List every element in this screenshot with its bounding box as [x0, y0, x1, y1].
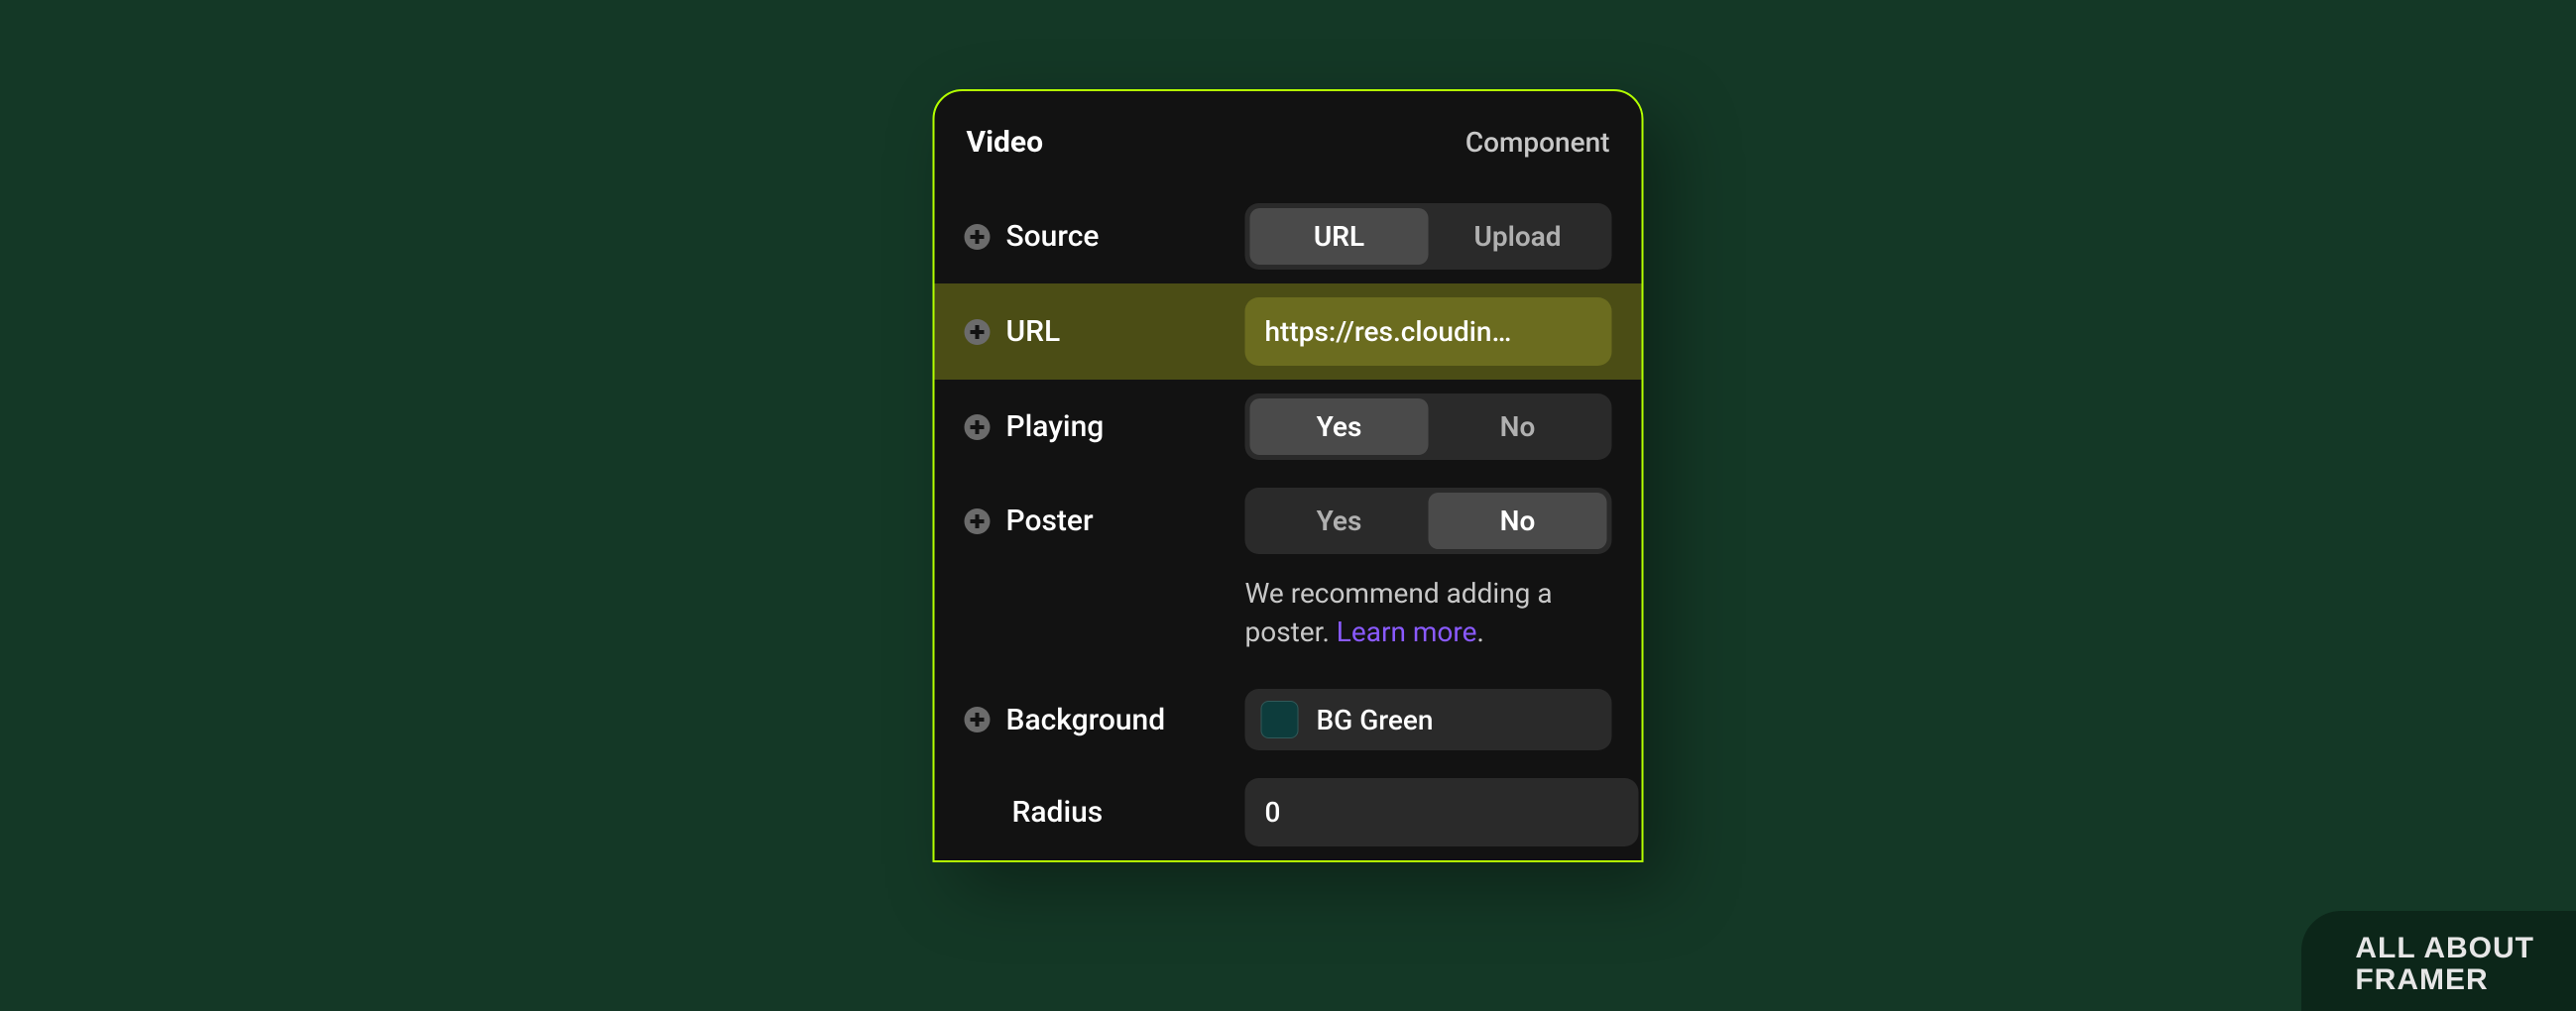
playing-option-yes[interactable]: Yes — [1250, 398, 1429, 455]
plus-circle-icon[interactable] — [965, 508, 991, 534]
label-text: Poster — [1006, 504, 1094, 538]
brand-badge: ALL ABOUT FRAMER — [2301, 911, 2576, 1011]
poster-hint: We recommend adding a poster. Learn more… — [1245, 574, 1612, 651]
color-name: BG Green — [1317, 704, 1434, 736]
panel-header: Video Component — [965, 125, 1612, 189]
source-segmented: URL Upload — [1245, 203, 1612, 270]
radius-input[interactable] — [1245, 778, 1639, 846]
panel-type-label: Component — [1465, 126, 1610, 159]
row-playing: Playing Yes No — [965, 380, 1612, 474]
playing-option-no[interactable]: No — [1429, 398, 1607, 455]
radius-control — [1245, 778, 1612, 846]
row-label-background: Background — [965, 703, 1166, 737]
row-background: Background BG Green — [965, 675, 1612, 764]
row-label-radius: Radius — [965, 795, 1104, 830]
label-text: Radius — [1012, 795, 1104, 830]
row-label-url: URL — [965, 314, 1061, 349]
plus-circle-icon[interactable] — [965, 414, 991, 440]
hint-period: . — [1476, 616, 1483, 648]
poster-segmented: Yes No — [1245, 488, 1612, 554]
playing-segmented: Yes No — [1245, 393, 1612, 460]
source-option-upload[interactable]: Upload — [1429, 208, 1607, 265]
label-text: Background — [1006, 703, 1166, 737]
playing-control: Yes No — [1245, 393, 1612, 460]
source-option-url[interactable]: URL — [1250, 208, 1429, 265]
radius-group — [1245, 778, 1612, 846]
plus-circle-icon[interactable] — [965, 707, 991, 732]
row-radius: Radius — [965, 764, 1612, 860]
poster-control: Yes No — [1245, 488, 1612, 554]
row-source: Source URL Upload — [965, 189, 1612, 283]
brand-line2: FRAMER — [2355, 964, 2534, 996]
background-control: BG Green — [1245, 689, 1612, 750]
brand-line1: ALL ABOUT — [2355, 933, 2534, 964]
source-control: URL Upload — [1245, 203, 1612, 270]
poster-option-yes[interactable]: Yes — [1250, 493, 1429, 549]
row-label-poster: Poster — [965, 504, 1094, 538]
plus-circle-icon[interactable] — [965, 224, 991, 250]
label-text: Source — [1006, 219, 1100, 254]
poster-option-no[interactable]: No — [1429, 493, 1607, 549]
row-hint: We recommend adding a poster. Learn more… — [965, 568, 1612, 675]
url-control — [1245, 297, 1612, 366]
plus-circle-icon[interactable] — [965, 319, 991, 345]
label-text: URL — [1006, 314, 1061, 349]
label-text: Playing — [1006, 409, 1105, 444]
learn-more-link[interactable]: Learn more — [1337, 616, 1477, 648]
panel-title: Video — [967, 125, 1044, 160]
row-poster: Poster Yes No — [965, 474, 1612, 568]
url-input[interactable] — [1245, 297, 1612, 366]
row-label-source: Source — [965, 219, 1100, 254]
row-url: URL — [935, 283, 1642, 380]
video-properties-panel: Video Component Source URL Upload URL Pl… — [933, 89, 1644, 862]
row-label-playing: Playing — [965, 409, 1105, 444]
background-color-field[interactable]: BG Green — [1245, 689, 1612, 750]
color-swatch — [1261, 701, 1299, 738]
